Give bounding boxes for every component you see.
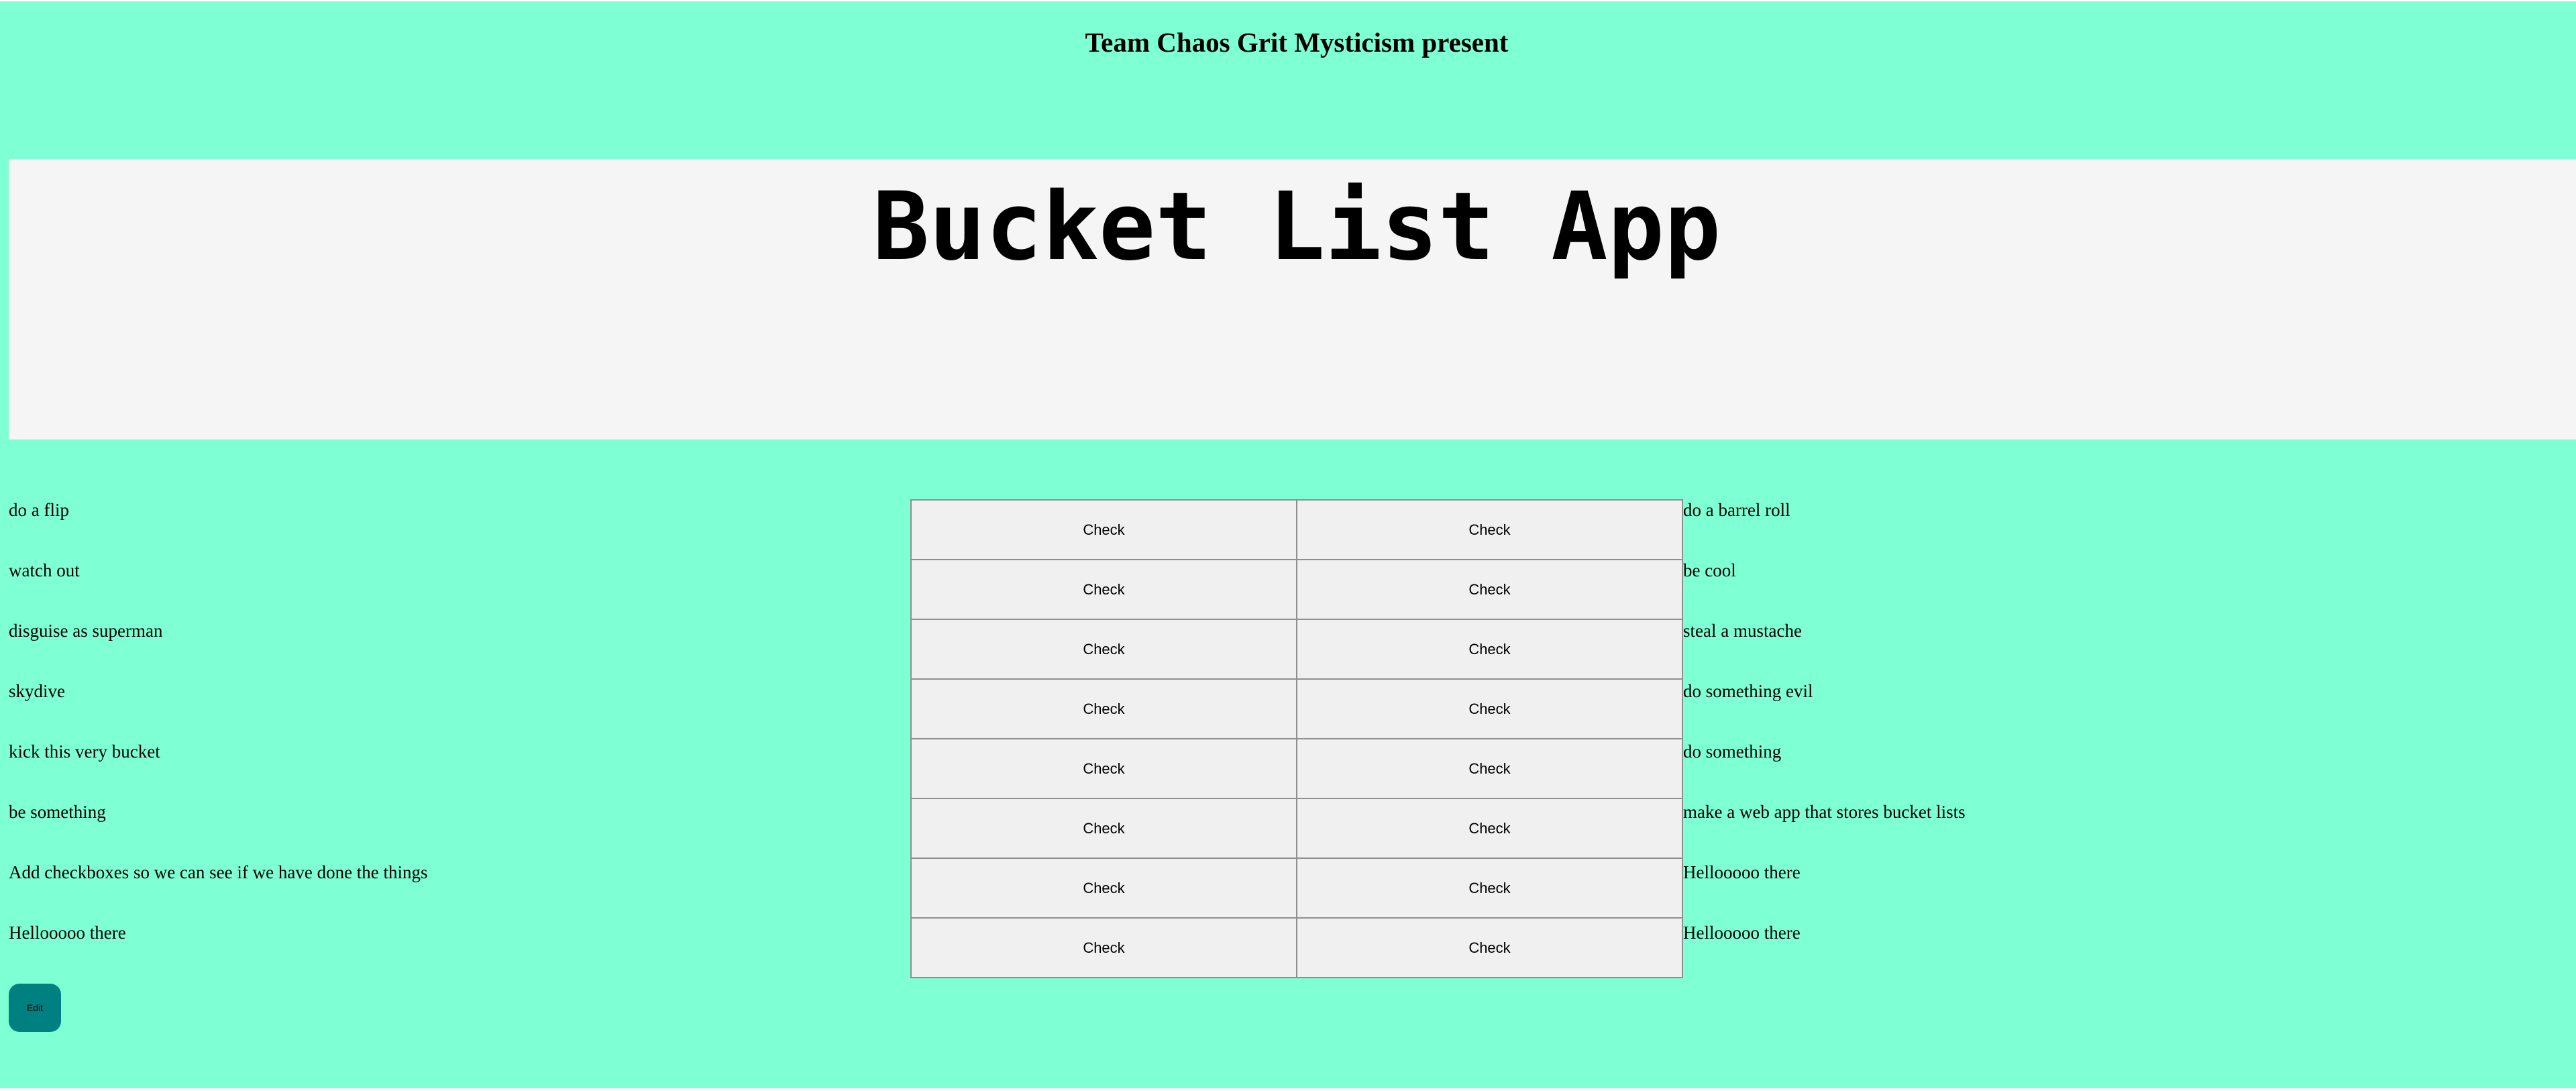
check-button-right-1[interactable]: Check [1297,501,1682,559]
list-item: Hellooooo there [1683,862,1801,882]
check-button-left-7[interactable]: Check [912,859,1296,917]
left-bucket-list: do a flip watch out disguise as superman… [9,498,428,981]
list-item: steal a mustache [1683,621,1802,641]
page: Team Chaos Grit Mysticism present Bucket… [0,1,2576,1088]
check-button-right-5[interactable]: Check [1297,739,1682,798]
check-button-grid: Check Check Check Check Check Check Chec… [910,499,1683,978]
list-item: Hellooooo there [9,923,126,943]
right-bucket-list: do a barrel roll be cool steal a mustach… [1683,498,1966,981]
check-button-left-2[interactable]: Check [912,560,1296,619]
list-item: do something [1683,741,1782,762]
check-button-left-1[interactable]: Check [912,501,1296,559]
check-row: Check Check [910,917,1683,978]
check-row: Check Check [910,678,1683,739]
list-item: do something evil [1683,681,1813,701]
edit-button[interactable]: Edit [9,984,61,1032]
check-button-right-3[interactable]: Check [1297,620,1682,678]
list-item: be something [9,802,106,822]
app-title: Bucket List App [872,172,1721,282]
list-item: skydive [9,681,65,701]
check-button-left-8[interactable]: Check [912,919,1296,977]
list-item: be cool [1683,560,1736,580]
check-row: Check Check [910,619,1683,680]
list-item: make a web app that stores bucket lists [1683,802,1966,822]
check-button-right-2[interactable]: Check [1297,560,1682,619]
list-item: kick this very bucket [9,741,160,762]
check-row: Check Check [910,798,1683,859]
list-item: Hellooooo there [1683,923,1801,943]
check-button-left-3[interactable]: Check [912,620,1296,678]
check-row: Check Check [910,858,1683,919]
check-row: Check Check [910,499,1683,560]
presenter-heading: Team Chaos Grit Mysticism present [1085,27,1509,58]
title-banner: Bucket List App [9,159,2576,439]
list-item: do a barrel roll [1683,500,1790,520]
list-item: Add checkboxes so we can see if we have … [9,862,428,882]
check-button-right-8[interactable]: Check [1297,919,1682,977]
check-button-left-5[interactable]: Check [912,739,1296,798]
check-button-right-7[interactable]: Check [1297,859,1682,917]
check-button-right-4[interactable]: Check [1297,680,1682,738]
list-item: disguise as superman [9,621,163,641]
check-row: Check Check [910,738,1683,799]
check-button-right-6[interactable]: Check [1297,799,1682,858]
check-button-left-4[interactable]: Check [912,680,1296,738]
check-row: Check Check [910,559,1683,620]
list-item: watch out [9,560,80,580]
list-item: do a flip [9,500,69,520]
check-button-left-6[interactable]: Check [912,799,1296,858]
